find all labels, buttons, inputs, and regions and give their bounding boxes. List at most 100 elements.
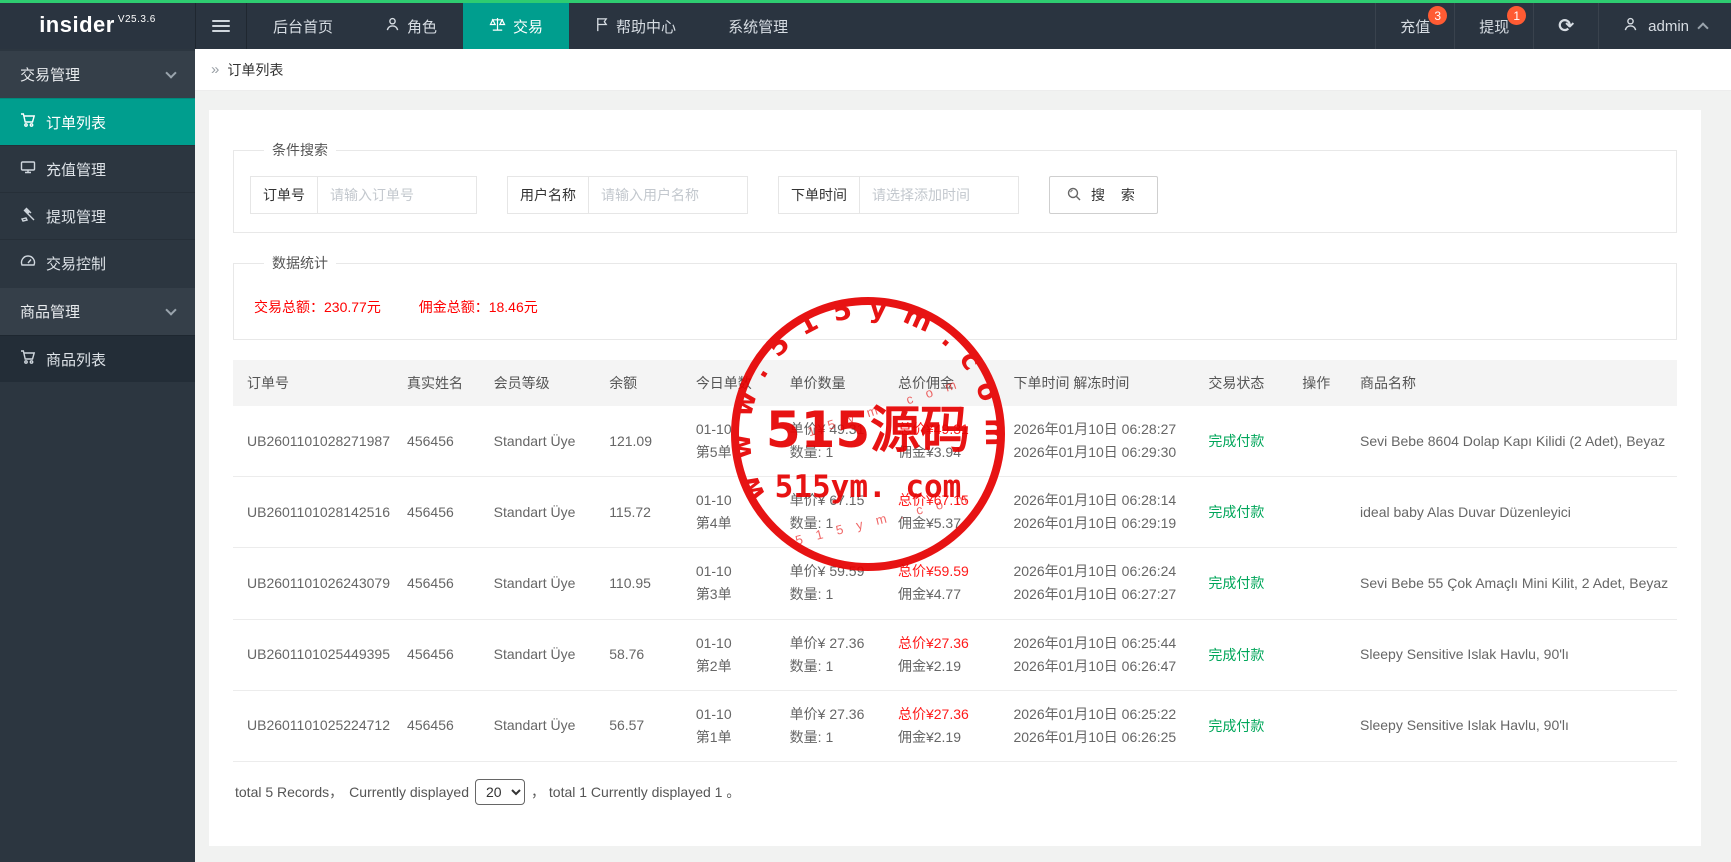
- scales-icon: [489, 17, 506, 36]
- app-version: V25.3.6: [117, 14, 156, 25]
- sidebar-group-products[interactable]: 商品管理: [0, 288, 195, 335]
- cell-status: 完成付款: [1200, 619, 1295, 691]
- cell-total-commission: 总价¥27.36 佣金¥2.19: [889, 690, 1006, 762]
- col-real-name: 真实姓名: [399, 360, 486, 406]
- sidebar-toggle-icon[interactable]: [195, 3, 247, 49]
- withdraw-label: 提现: [1479, 18, 1510, 36]
- cell-order-no: UB2601101026243079: [233, 547, 400, 620]
- sidebar-item-withdraw[interactable]: 提现管理: [0, 192, 195, 239]
- cell-product: Sleepy Sensitive Islak Havlu, 90'lı: [1352, 690, 1677, 762]
- cell-real-name: 456456: [399, 406, 486, 478]
- cell-level: Standart Üye: [485, 406, 602, 478]
- cell-product: Sevi Bebe 8604 Dolap Kapı Kilidi (2 Adet…: [1352, 406, 1677, 478]
- chevron-down-icon: [165, 67, 177, 79]
- nav-roles[interactable]: 角色: [359, 3, 463, 49]
- search-row: 订单号 用户名称 下单时间 搜 索: [250, 176, 1660, 214]
- nav-help[interactable]: 帮助中心: [569, 3, 702, 49]
- sidebar-item-recharge-label: 充值管理: [46, 161, 107, 179]
- col-price-qty: 单价数量: [781, 360, 890, 406]
- sidebar-item-orders-label: 订单列表: [46, 114, 107, 132]
- cell-price-qty: 单价¥ 27.36 数量: 1: [781, 690, 890, 762]
- order-table: 订单号 真实姓名 会员等级 余额 今日单数 单价数量 总价佣金 下单时间 解冻时…: [233, 360, 1677, 762]
- cell-real-name: 456456: [399, 619, 486, 691]
- user-icon: [385, 17, 400, 36]
- order-no-input[interactable]: [318, 177, 476, 213]
- search-icon: [1066, 186, 1082, 205]
- nav-system[interactable]: 系统管理: [702, 3, 814, 49]
- topbar-right: 充值 3 提现 1 ⟳ admin: [1375, 3, 1731, 49]
- cell-balance: 115.72: [601, 476, 688, 549]
- sidebar-group-trade[interactable]: 交易管理: [0, 51, 195, 98]
- nav-roles-label: 角色: [407, 18, 438, 36]
- sidebar-item-trade-control-label: 交易控制: [46, 255, 107, 273]
- cell-real-name: 456456: [399, 476, 486, 549]
- cell-today-count: 01-10 第2单: [687, 619, 782, 691]
- cell-total-commission: 总价¥59.59 佣金¥4.77: [889, 547, 1006, 620]
- pagination-total-text: total 5 Records，: [235, 783, 344, 800]
- breadcrumb-arrow-icon: »: [211, 61, 220, 78]
- cell-time: 2026年01月10日 06:25:44 2026年01月10日 06:26:47: [1005, 619, 1201, 691]
- nav-home[interactable]: 后台首页: [247, 3, 359, 49]
- col-product: 商品名称: [1352, 360, 1677, 406]
- nav-help-label: 帮助中心: [616, 18, 677, 36]
- nav-trade[interactable]: 交易: [463, 3, 570, 49]
- refresh-icon: ⟳: [1558, 15, 1575, 37]
- chevron-down-icon: [165, 304, 177, 316]
- col-level: 会员等级: [485, 360, 602, 406]
- cart-icon: [20, 349, 36, 369]
- sidebar-item-products[interactable]: 商品列表: [0, 335, 195, 382]
- withdraw-button[interactable]: 提现 1: [1454, 3, 1533, 49]
- pagination-suffix-text: ， total 1 Currently displayed 1 。: [531, 783, 741, 800]
- cell-balance: 58.76: [601, 619, 688, 691]
- chevron-up-icon: [1697, 22, 1709, 34]
- page-size-select[interactable]: 20: [475, 778, 526, 805]
- search-button-label: 搜 索: [1091, 187, 1141, 203]
- admin-menu[interactable]: admin: [1598, 3, 1731, 49]
- search-button[interactable]: 搜 索: [1049, 176, 1158, 214]
- cell-level: Standart Üye: [485, 619, 602, 691]
- cell-real-name: 456456: [399, 690, 486, 762]
- sidebar-item-orders[interactable]: 订单列表: [0, 98, 195, 145]
- recharge-button[interactable]: 充值 3: [1375, 3, 1454, 49]
- sidebar: 交易管理 订单列表 充值管理 提现管理 交易控制 商品管理 商品列表: [0, 49, 195, 862]
- cell-order-no: UB2601101028271987: [233, 406, 400, 478]
- sidebar-item-withdraw-label: 提现管理: [46, 208, 107, 226]
- cell-total-commission: 总价¥27.36 佣金¥2.19: [889, 619, 1006, 691]
- recharge-label: 充值: [1400, 18, 1431, 36]
- cell-price-qty: 单价¥ 67.15 数量: 1: [781, 476, 890, 549]
- sidebar-group-products-label: 商品管理: [20, 304, 81, 321]
- sidebar-item-recharge[interactable]: 充值管理: [0, 145, 195, 192]
- username-label: 用户名称: [508, 177, 589, 213]
- username-input[interactable]: [589, 177, 747, 213]
- cell-time: 2026年01月10日 06:28:14 2026年01月10日 06:29:19: [1005, 476, 1201, 549]
- stat-total-commission: 佣金总额：18.46元: [418, 299, 538, 315]
- refresh-button[interactable]: ⟳: [1533, 3, 1598, 49]
- stats-line: 交易总额：230.77元 佣金总额：18.46元: [250, 289, 1660, 321]
- order-table-body: UB2601101028271987 456456 Standart Üye 1…: [233, 406, 1677, 762]
- page-title: 订单列表: [227, 61, 284, 78]
- order-time-group: 下单时间: [778, 176, 1019, 214]
- app-logo: insider V25.3.6: [0, 3, 195, 49]
- nav-system-label: 系统管理: [728, 18, 789, 36]
- table-row: UB2601101026243079 456456 Standart Üye 1…: [233, 547, 1677, 620]
- content: 条件搜索 订单号 用户名称 下单时间: [195, 91, 1731, 846]
- col-total-commission: 总价佣金: [889, 360, 1006, 406]
- cell-balance: 56.57: [601, 690, 688, 762]
- sidebar-item-trade-control[interactable]: 交易控制: [0, 239, 195, 286]
- cell-time: 2026年01月10日 06:25:22 2026年01月10日 06:26:25: [1005, 690, 1201, 762]
- cell-product: Sleepy Sensitive Islak Havlu, 90'lı: [1352, 619, 1677, 691]
- nav-trade-label: 交易: [513, 18, 544, 36]
- cell-product: Sevi Bebe 55 Çok Amaçlı Mini Kilit, 2 Ad…: [1352, 547, 1677, 620]
- stats-fieldset: 数据统计 交易总额：230.77元 佣金总额：18.46元: [233, 253, 1677, 340]
- nav-home-label: 后台首页: [273, 18, 334, 36]
- username-group: 用户名称: [507, 176, 748, 214]
- breadcrumb: » 订单列表: [195, 49, 1731, 91]
- pagination-bar: total 5 Records， Currently displayed 20 …: [233, 762, 1677, 822]
- col-action: 操作: [1294, 360, 1353, 406]
- cell-time: 2026年01月10日 06:26:24 2026年01月10日 06:27:27: [1005, 547, 1201, 620]
- cell-action: [1294, 406, 1353, 478]
- admin-username: admin: [1648, 17, 1689, 35]
- table-row: UB2601101028142516 456456 Standart Üye 1…: [233, 476, 1677, 549]
- pagination-display-text: Currently displayed: [349, 783, 470, 800]
- order-time-input[interactable]: [860, 177, 1018, 213]
